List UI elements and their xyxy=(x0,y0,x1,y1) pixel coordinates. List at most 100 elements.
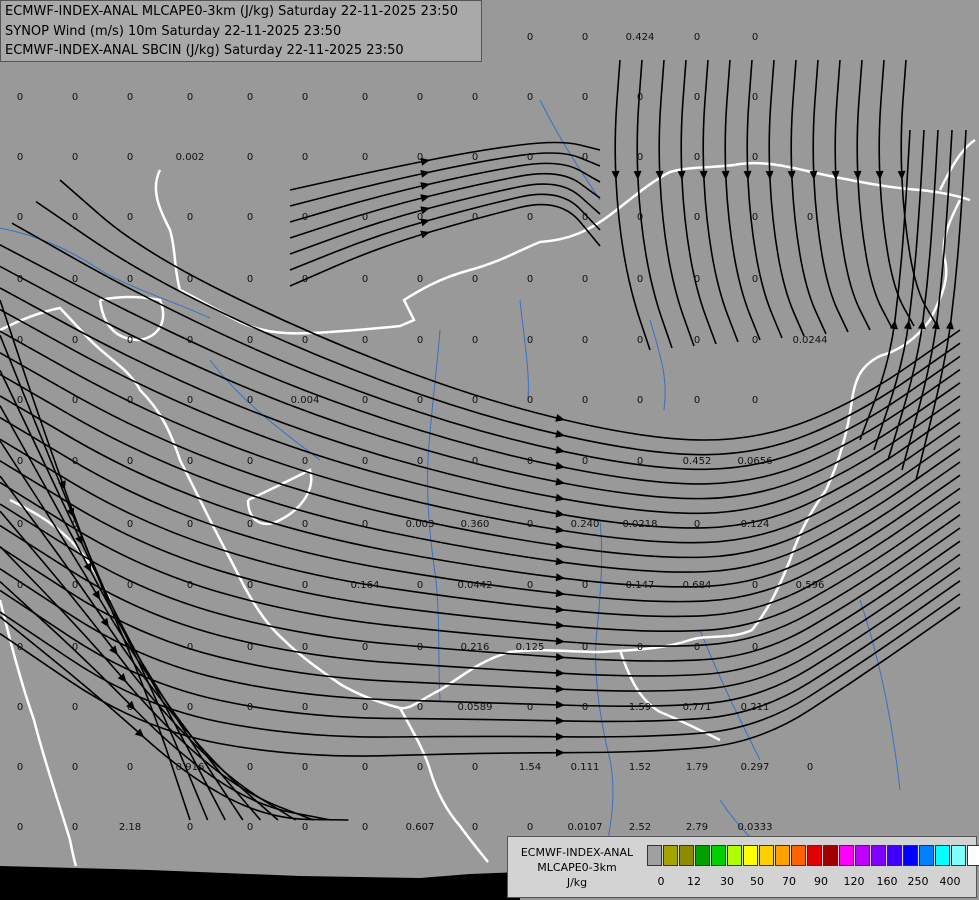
legend-tick-label: 30 xyxy=(720,875,734,888)
sbcin-value-label: 0.164 xyxy=(351,580,380,591)
sbcin-value-label: 0 xyxy=(472,274,478,285)
legend-tick-label: 12 xyxy=(687,875,701,888)
legend-swatch xyxy=(903,845,918,866)
sbcin-value-label: 0 xyxy=(187,822,193,833)
sbcin-value-label: 0 xyxy=(362,822,368,833)
sbcin-value-label: 0 xyxy=(127,580,133,591)
legend-swatches xyxy=(647,845,979,866)
legend-swatch xyxy=(935,845,950,866)
header-line-wind: SYNOP Wind (m/s) 10m Saturday 22-11-2025… xyxy=(5,23,342,39)
sbcin-value-label: 0 xyxy=(694,152,700,163)
sbcin-value-label: 2.52 xyxy=(629,822,651,833)
header-line-sbcin: ECMWF-INDEX-ANAL SBCIN (J/kg) Saturday 2… xyxy=(5,43,404,58)
legend-title: ECMWF-INDEX-ANAL MLCAPE0-3km J/kg xyxy=(512,845,642,890)
sbcin-value-label: 0 xyxy=(247,762,253,773)
sbcin-value-label: 0 xyxy=(17,702,23,713)
legend-swatch xyxy=(967,845,979,866)
sbcin-value-label: 0 xyxy=(187,92,193,103)
sbcin-value-label: 0 xyxy=(187,519,193,530)
sbcin-value-label: 0 xyxy=(17,152,23,163)
sbcin-value-label: 0 xyxy=(362,274,368,285)
sbcin-value-label: 0 xyxy=(17,580,23,591)
sbcin-value-label: 0.003 xyxy=(406,519,435,530)
sbcin-value-label: 0 xyxy=(362,152,368,163)
sbcin-value-label: 0 xyxy=(72,762,78,773)
sbcin-value-label: 0 xyxy=(807,762,813,773)
sbcin-value-label: 0 xyxy=(752,580,758,591)
sbcin-value-label: 0 xyxy=(302,642,308,653)
sbcin-value-label: 0 xyxy=(582,642,588,653)
sbcin-value-label: 0 xyxy=(527,32,533,43)
sbcin-value-label: 0.216 xyxy=(461,642,490,653)
sbcin-value-label: 0.684 xyxy=(683,580,712,591)
sbcin-value-label: 0 xyxy=(417,456,423,467)
sbcin-value-label: 0 xyxy=(127,92,133,103)
sbcin-value-label: 0 xyxy=(694,642,700,653)
sbcin-value-label: 0 xyxy=(72,822,78,833)
sbcin-value-label: 0.125 xyxy=(516,642,545,653)
sbcin-value-label: 1.59 xyxy=(629,702,651,713)
sbcin-value-label: 0 xyxy=(127,274,133,285)
sbcin-value-label: 0 xyxy=(127,152,133,163)
sbcin-value-label: 0 xyxy=(127,212,133,223)
sbcin-value-label: 0 xyxy=(472,822,478,833)
sbcin-value-label: 0 xyxy=(752,642,758,653)
sbcin-value-label: 0 xyxy=(362,519,368,530)
sbcin-value-label: 0 xyxy=(247,822,253,833)
sbcin-value-label: 0 xyxy=(72,335,78,346)
sbcin-value-label: 0 xyxy=(637,152,643,163)
sbcin-value-label: 0 xyxy=(527,212,533,223)
legend-swatch xyxy=(823,845,838,866)
legend-tick-label: 0 xyxy=(657,875,665,888)
sbcin-value-label: 0 xyxy=(752,274,758,285)
legend-tick-label: 70 xyxy=(782,875,796,888)
legend-title-model: ECMWF-INDEX-ANAL xyxy=(520,846,634,859)
sbcin-value-label: 0 xyxy=(752,92,758,103)
legend-swatch xyxy=(807,845,822,866)
sbcin-value-label: 0 xyxy=(187,395,193,406)
sbcin-value-label: 0 xyxy=(247,152,253,163)
sbcin-value-label: 0 xyxy=(187,642,193,653)
sbcin-value-label: 0 xyxy=(527,456,533,467)
sbcin-value-label: 0.0218 xyxy=(623,519,658,530)
sbcin-value-label: 0 xyxy=(127,702,133,713)
sbcin-value-label: 0 xyxy=(472,335,478,346)
sbcin-value-label: 0 xyxy=(247,212,253,223)
sbcin-value-label: 0 xyxy=(127,335,133,346)
sbcin-value-label: 0 xyxy=(417,580,423,591)
legend-swatch xyxy=(951,845,966,866)
sbcin-value-label: 0 xyxy=(527,822,533,833)
sbcin-value-label: 0 xyxy=(527,152,533,163)
sbcin-value-label: 0 xyxy=(362,395,368,406)
sbcin-value-label: 0 xyxy=(527,92,533,103)
sbcin-value-label: 0 xyxy=(472,152,478,163)
legend-tick-label: 120 xyxy=(843,875,865,888)
sbcin-value-label: 0 xyxy=(362,335,368,346)
sbcin-value-label: 0 xyxy=(752,32,758,43)
legend-title-field: MLCAPE0-3km xyxy=(537,861,617,874)
sbcin-value-label: 0 xyxy=(247,92,253,103)
legend-swatch xyxy=(695,845,710,866)
sbcin-value-label: 0 xyxy=(302,212,308,223)
sbcin-value-label: 0 xyxy=(582,580,588,591)
sbcin-value-label: 0 xyxy=(527,580,533,591)
sbcin-value-label: 0 xyxy=(417,92,423,103)
legend-tick-label: 250 xyxy=(907,875,929,888)
sbcin-value-label: 0 xyxy=(187,274,193,285)
sbcin-value-label: 0 xyxy=(694,212,700,223)
map-header: ECMWF-INDEX-ANAL MLCAPE0-3km (J/kg) Satu… xyxy=(0,0,482,62)
sbcin-value-label: 0 xyxy=(417,152,423,163)
sbcin-value-label: 0 xyxy=(187,580,193,591)
sbcin-value-label: 0 xyxy=(247,642,253,653)
sbcin-value-label: 0 xyxy=(72,456,78,467)
legend-swatch xyxy=(887,845,902,866)
sbcin-value-label: 0 xyxy=(362,456,368,467)
sbcin-value-label: 0 xyxy=(807,212,813,223)
sbcin-value-label: 0 xyxy=(694,335,700,346)
sbcin-value-label: 0 xyxy=(17,762,23,773)
legend-swatch xyxy=(727,845,742,866)
sbcin-value-label: 0 xyxy=(17,456,23,467)
sbcin-value-label: 0 xyxy=(302,702,308,713)
sbcin-value-label: 0 xyxy=(694,274,700,285)
legend-swatch xyxy=(647,845,662,866)
